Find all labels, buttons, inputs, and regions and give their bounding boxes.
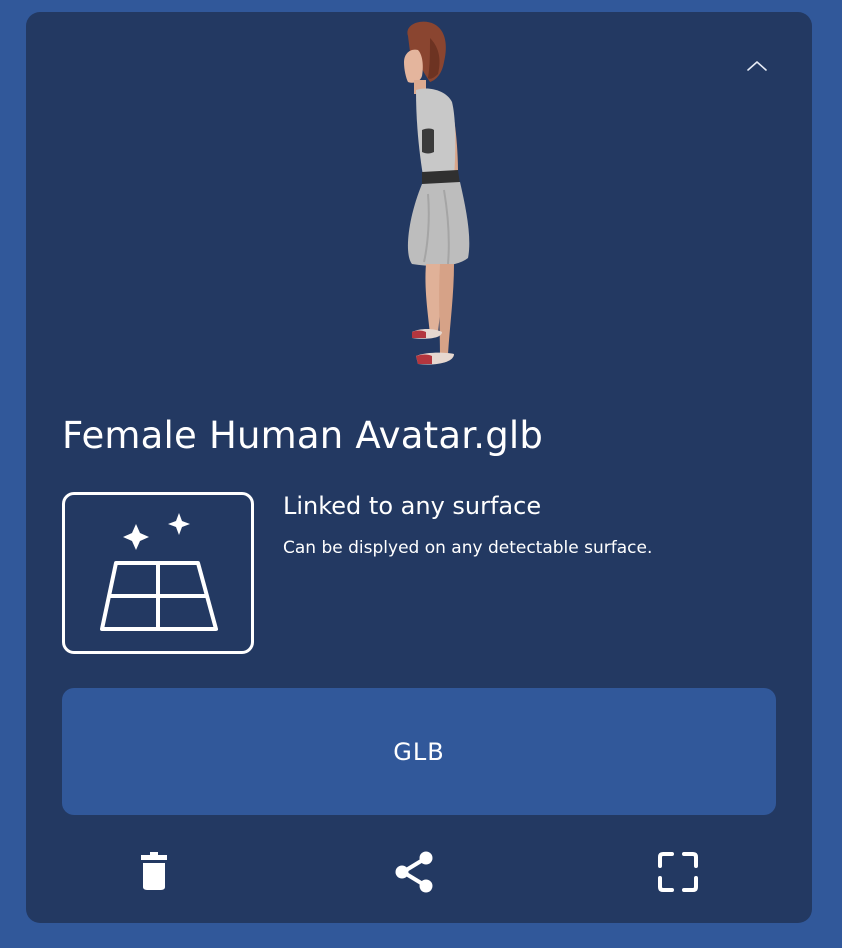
collapse-button[interactable] <box>744 56 770 76</box>
trash-icon <box>141 852 167 890</box>
surface-placement-box <box>62 492 254 654</box>
chevron-up-icon <box>747 61 767 71</box>
delete-button[interactable] <box>132 850 176 894</box>
model-preview[interactable] <box>368 18 472 374</box>
format-glb-button[interactable]: GLB <box>62 688 776 815</box>
model-title: Female Human Avatar.glb <box>62 414 544 457</box>
avatar-preview-image <box>404 21 470 365</box>
placement-description: Can be displyed on any detectable surfac… <box>283 538 653 558</box>
fullscreen-icon <box>658 852 698 892</box>
format-glb-label: GLB <box>393 737 445 766</box>
share-icon <box>395 851 433 893</box>
placement-title: Linked to any surface <box>283 492 542 520</box>
fullscreen-button[interactable] <box>656 850 700 894</box>
model-card: Female Human Avatar.glb Linked to any su… <box>26 12 812 923</box>
surface-sparkle-icon <box>100 513 218 631</box>
share-button[interactable] <box>392 850 436 894</box>
